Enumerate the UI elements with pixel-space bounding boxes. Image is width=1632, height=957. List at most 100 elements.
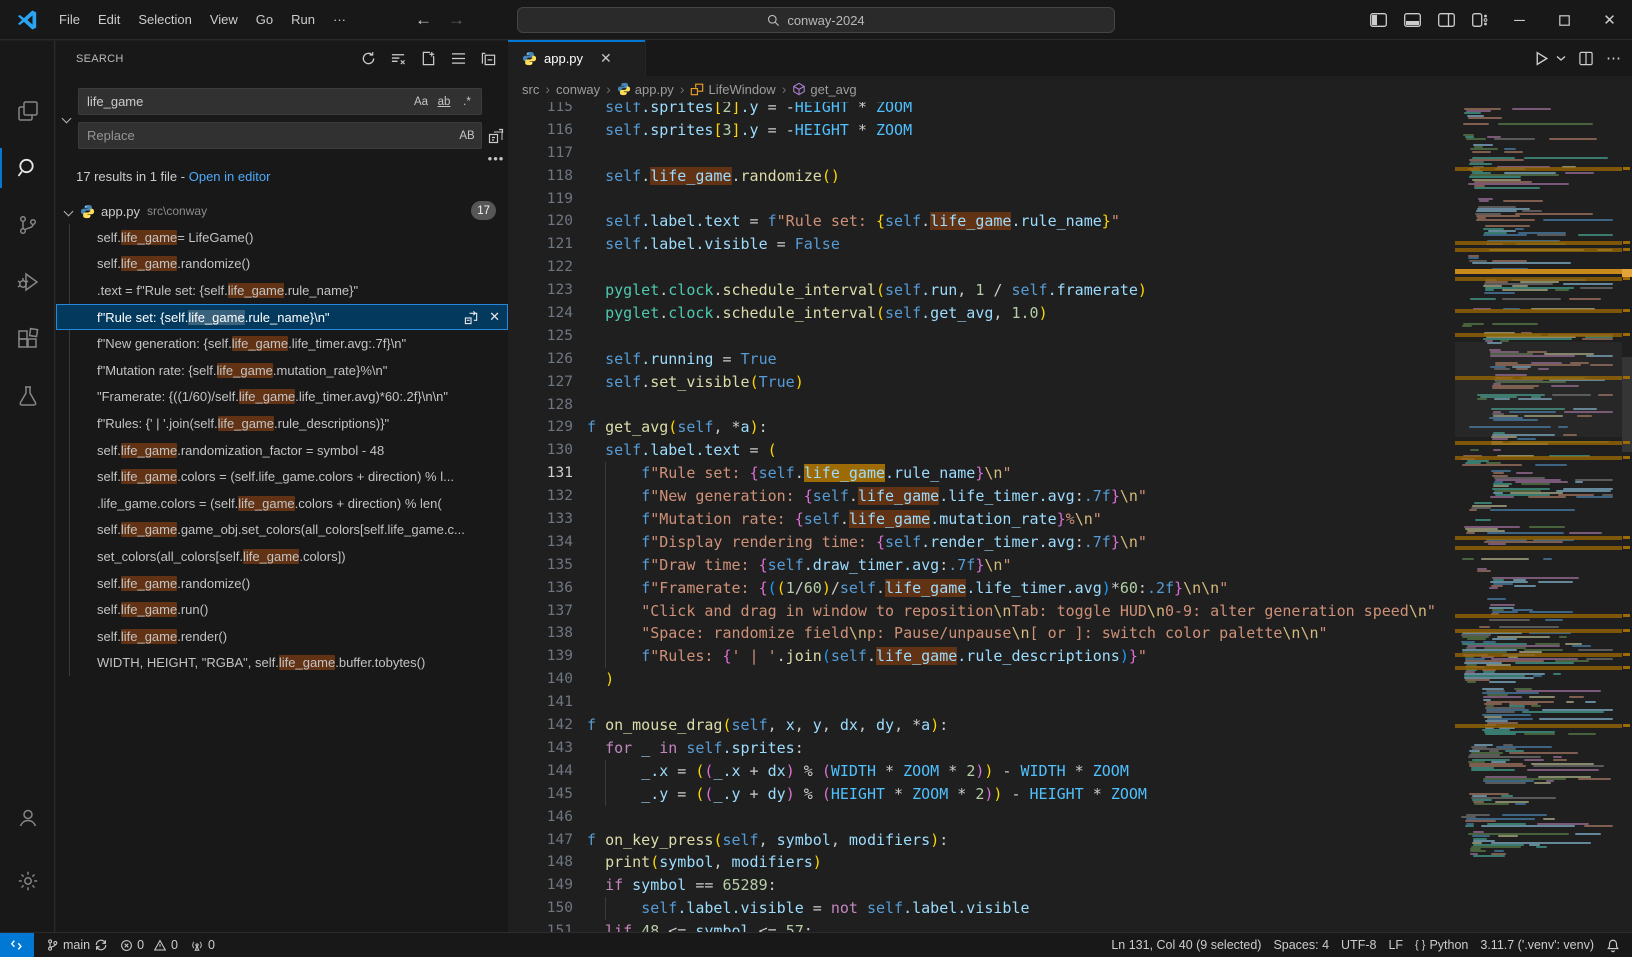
code-line[interactable]: 137 "Click and drag in window to reposit… (508, 600, 1455, 623)
notifications-bell-icon[interactable] (1600, 933, 1632, 957)
search-file-row[interactable]: app.py src\conway 17 (56, 198, 508, 224)
tab-app-py[interactable]: app.py ✕ (508, 40, 646, 76)
code-line[interactable]: 148 print(symbol, modifiers) (508, 851, 1455, 874)
cursor-position[interactable]: Ln 131, Col 40 (9 selected) (1105, 933, 1267, 957)
breadcrumb-lifewindow[interactable]: LifeWindow (690, 82, 775, 97)
breadcrumb-conway[interactable]: conway (556, 82, 600, 97)
replace-all-icon[interactable] (486, 126, 506, 146)
code-line[interactable]: 133 f"Mutation rate: {self.life_game.mut… (508, 508, 1455, 531)
code-line[interactable]: 135 f"Draw time: {self.draw_timer.avg:.7… (508, 554, 1455, 577)
replace-match-icon[interactable] (464, 310, 479, 325)
code-line[interactable]: 124 pyglet.clock.schedule_interval(self.… (508, 302, 1455, 325)
toggle-primary-sidebar-icon[interactable] (1361, 0, 1395, 40)
source-control-icon[interactable] (0, 201, 55, 249)
dismiss-match-icon[interactable]: ✕ (489, 309, 500, 325)
search-result-row[interactable]: f"Rules: {' | '.join(self.life_game.rule… (56, 410, 508, 437)
search-result-row[interactable]: .life_game.colors = (self.life_game.colo… (56, 490, 508, 517)
search-result-row[interactable]: WIDTH, HEIGHT, "RGBA", self.life_game.bu… (56, 650, 508, 677)
search-view-icon[interactable] (0, 144, 55, 192)
code-line[interactable]: 117 (508, 142, 1455, 165)
run-debug-icon[interactable] (0, 258, 55, 306)
breadcrumb-get-avg[interactable]: get_avg (792, 82, 856, 97)
view-as-tree-icon[interactable] (446, 47, 470, 71)
code-line[interactable]: 145 _.y = ((_.y + dy) % (HEIGHT * ZOOM *… (508, 783, 1455, 806)
minimap-slider[interactable] (1455, 342, 1622, 437)
breadcrumb-src[interactable]: src (522, 82, 539, 97)
back-arrow-icon[interactable]: ← (415, 10, 432, 30)
search-input[interactable]: life_game Aa ab .* (78, 88, 482, 115)
preserve-case-toggle[interactable]: AB (457, 126, 477, 146)
code-line[interactable]: 122 (508, 256, 1455, 279)
collapse-all-icon[interactable] (476, 47, 500, 71)
more-actions-icon[interactable]: ⋯ (1606, 49, 1622, 67)
code-line[interactable]: 127 self.set_visible(True) (508, 371, 1455, 394)
language-mode[interactable]: { }Python (1409, 933, 1474, 957)
eol-sequence[interactable]: LF (1382, 933, 1409, 957)
search-result-row[interactable]: self.life_game.run() (56, 596, 508, 623)
replace-input[interactable]: Replace AB (78, 122, 482, 149)
search-result-row[interactable]: set_colors(all_colors[self.life_game.col… (56, 543, 508, 570)
search-result-row[interactable]: self.life_game.colors = (self.life_game.… (56, 463, 508, 490)
search-result-row[interactable]: self.life_game = LifeGame() (56, 224, 508, 251)
tab-close-icon[interactable]: ✕ (600, 50, 612, 67)
code-line[interactable]: 118 self.life_game.randomize() (508, 165, 1455, 188)
git-branch-item[interactable]: main (40, 933, 114, 957)
run-dropdown-chevron-icon[interactable] (1556, 54, 1566, 62)
code-line[interactable]: 132 f"New generation: {self.life_game.li… (508, 485, 1455, 508)
python-interpreter[interactable]: 3.11.7 ('.venv': venv) (1474, 933, 1600, 957)
code-line[interactable]: 125 (508, 325, 1455, 348)
menu-run[interactable]: Run (282, 8, 324, 31)
open-new-search-editor-icon[interactable] (416, 47, 440, 71)
code-line[interactable]: 149 if symbol == 65289: (508, 874, 1455, 897)
open-in-editor-link[interactable]: Open in editor (189, 169, 271, 184)
code-line[interactable]: 139 f"Rules: {' | '.join(self.life_game.… (508, 645, 1455, 668)
breadcrumb-app-py[interactable]: app.py (617, 82, 674, 97)
code-line[interactable]: 150 self.label.visible = not self.label.… (508, 897, 1455, 920)
match-case-toggle[interactable]: Aa (411, 92, 431, 112)
search-result-row[interactable]: f"Rule set: {self.life_game.rule_name}\n… (56, 304, 508, 331)
extensions-icon[interactable] (0, 315, 55, 363)
code-line[interactable]: 116 self.sprites[3].y = -HEIGHT * ZOOM (508, 119, 1455, 142)
code-line[interactable]: 144 _.x = ((_.x + dx) % (WIDTH * ZOOM * … (508, 760, 1455, 783)
maximize-button[interactable] (1542, 0, 1587, 40)
search-result-row[interactable]: "Framerate: {((1/60)/self.life_game.life… (56, 384, 508, 411)
code-line[interactable]: 123 pyglet.clock.schedule_interval(self.… (508, 279, 1455, 302)
search-result-row[interactable]: self.life_game.randomize() (56, 570, 508, 597)
toggle-secondary-sidebar-icon[interactable] (1429, 0, 1463, 40)
search-result-row[interactable]: f"Mutation rate: {self.life_game.mutatio… (56, 357, 508, 384)
refresh-icon[interactable] (356, 47, 380, 71)
customize-layout-icon[interactable] (1463, 0, 1497, 40)
settings-gear-icon[interactable] (0, 857, 55, 905)
menu-selection[interactable]: Selection (129, 8, 200, 31)
code-line[interactable]: 130 self.label.text = ( (508, 439, 1455, 462)
code-line[interactable]: 119 (508, 188, 1455, 211)
run-python-file-icon[interactable] (1533, 50, 1550, 67)
search-result-row[interactable]: self.life_game.render() (56, 623, 508, 650)
whole-word-toggle[interactable]: ab (434, 92, 454, 112)
code-line[interactable]: 121 self.label.visible = False (508, 233, 1455, 256)
menu-[interactable]: ··· (324, 8, 355, 31)
ports-item[interactable]: 0 (184, 933, 221, 957)
menu-view[interactable]: View (201, 8, 247, 31)
regex-toggle[interactable]: .* (457, 92, 477, 112)
toggle-replace-chevron[interactable] (58, 109, 74, 127)
clear-search-results-icon[interactable] (386, 47, 410, 71)
search-result-row[interactable]: self.life_game.game_obj.set_colors(all_c… (56, 517, 508, 544)
code-editor[interactable]: 115 self.sprites[2].y = -HEIGHT * ZOOM11… (508, 102, 1455, 932)
code-line[interactable]: 131 f"Rule set: {self.life_game.rule_nam… (508, 462, 1455, 485)
close-window-button[interactable]: ✕ (1587, 0, 1632, 40)
code-line[interactable]: 147f on_key_press(self, symbol, modifier… (508, 829, 1455, 852)
accounts-icon[interactable] (0, 794, 55, 842)
code-line[interactable]: 129f get_avg(self, *a): (508, 416, 1455, 439)
encoding[interactable]: UTF-8 (1335, 933, 1382, 957)
code-line[interactable]: 146 (508, 806, 1455, 829)
testing-icon[interactable] (0, 372, 55, 420)
code-line[interactable]: 140 ) (508, 668, 1455, 691)
toggle-panel-icon[interactable] (1395, 0, 1429, 40)
code-line[interactable]: 141 (508, 691, 1455, 714)
minimize-button[interactable]: ─ (1497, 0, 1542, 40)
code-line[interactable]: 115 self.sprites[2].y = -HEIGHT * ZOOM (508, 102, 1455, 119)
remote-indicator[interactable] (0, 933, 34, 957)
code-line[interactable]: 151 lif 48 <= symbol <= 57: (508, 920, 1455, 932)
command-center-search[interactable]: conway-2024 (517, 7, 1115, 33)
